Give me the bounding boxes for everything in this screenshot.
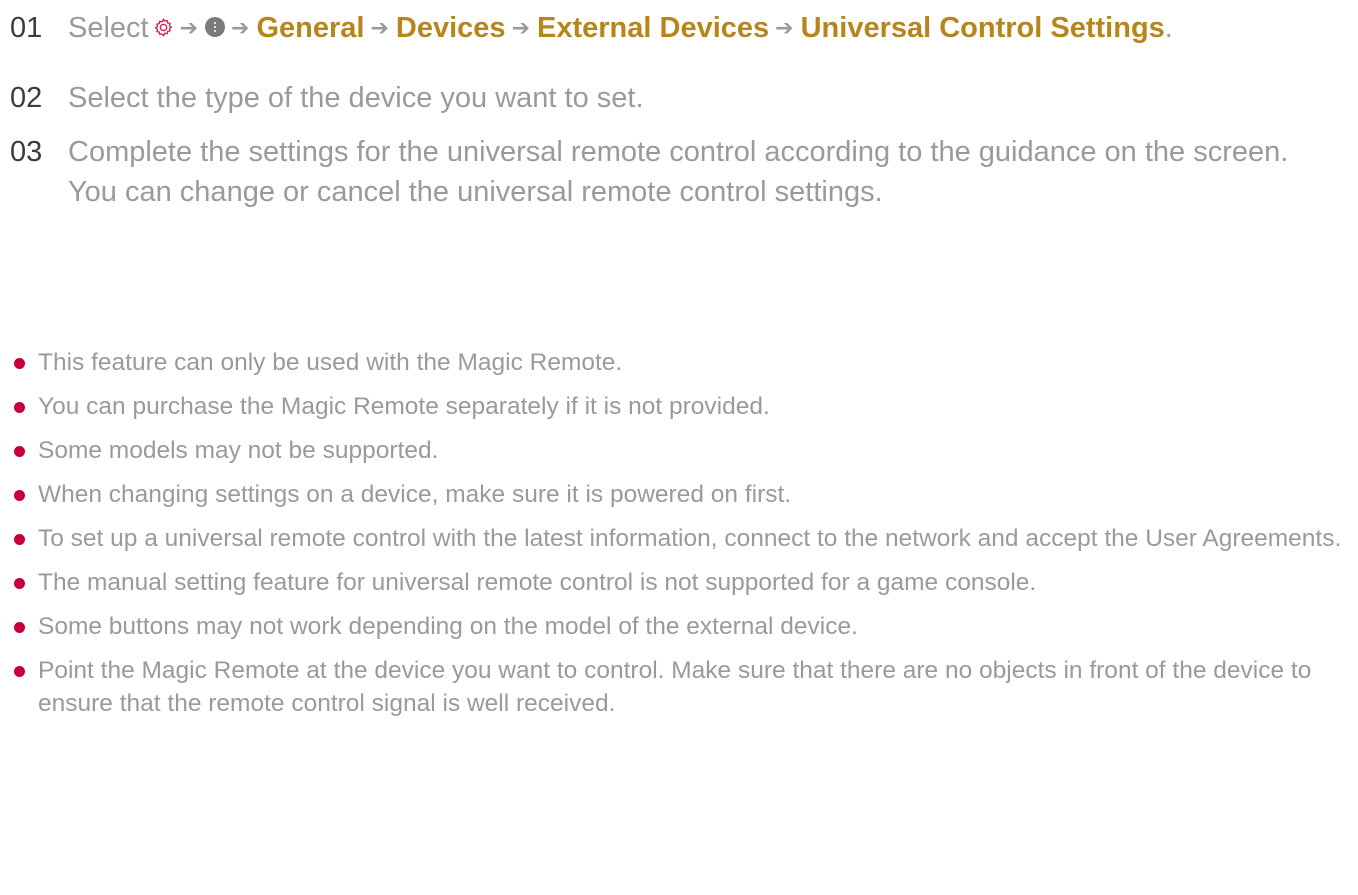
list-item: Point the Magic Remote at the device you… — [10, 654, 1345, 720]
list-item: Some buttons may not work depending on t… — [10, 610, 1345, 643]
bullet-icon — [14, 534, 25, 545]
step-suffix: . — [1164, 12, 1173, 44]
note-text: Some models may not be supported. — [38, 437, 439, 464]
notes-list: This feature can only be used with the M… — [10, 346, 1345, 731]
note-text: The manual setting feature for universal… — [38, 569, 1037, 596]
menu-path-universal-control-settings: Universal Control Settings — [800, 12, 1165, 44]
menu-path-external-devices: External Devices — [537, 12, 770, 44]
note-text: This feature can only be used with the M… — [38, 349, 623, 376]
list-item: Some models may not be supported. — [10, 434, 1345, 467]
bullet-icon — [14, 446, 25, 457]
note-text: You can purchase the Magic Remote separa… — [38, 393, 770, 420]
list-item: When changing settings on a device, make… — [10, 478, 1345, 511]
step-2-text: Select the type of the device you want t… — [68, 82, 644, 114]
step-prefix: Select — [68, 12, 149, 44]
bullet-icon — [14, 622, 25, 633]
bullet-icon — [14, 358, 25, 369]
note-text: To set up a universal remote control wit… — [38, 525, 1342, 552]
step-3-text: Complete the settings for the universal … — [68, 136, 1289, 168]
step-1-text: Select ➔ ➔ General ➔ Devices ➔ External Devices… — [68, 8, 1340, 50]
arrow-right-icon: ➔ — [370, 15, 389, 40]
menu-path-general: General — [256, 12, 365, 44]
list-item: To set up a universal remote control wit… — [10, 522, 1345, 555]
bullet-icon — [14, 402, 25, 413]
gear-icon — [153, 9, 174, 37]
steps-list: 01 Select ➔ ➔ General ➔ Devices ➔ External Devi… — [10, 8, 1340, 212]
bullet-icon — [14, 666, 25, 677]
step-3: 03 Complete the settings for the univers… — [10, 132, 1340, 212]
list-item: This feature can only be used with the M… — [10, 346, 1345, 379]
list-item: The manual setting feature for universal… — [10, 566, 1345, 599]
more-icon — [205, 17, 226, 37]
arrow-right-icon: ➔ — [511, 15, 531, 40]
arrow-right-icon: ➔ — [775, 15, 794, 40]
menu-path-devices: Devices — [395, 12, 506, 44]
step-number: 02 — [10, 82, 43, 114]
manual-page: 01 Select ➔ ➔ General ➔ Devices ➔ External Devi… — [0, 0, 1358, 895]
arrow-right-icon: ➔ — [179, 15, 199, 40]
step-number: 03 — [10, 136, 43, 168]
note-text: Point the Magic Remote at the device you… — [38, 657, 1312, 717]
list-item: You can purchase the Magic Remote separa… — [10, 390, 1345, 423]
bullet-icon — [14, 578, 25, 589]
note-text: Some buttons may not work depending on t… — [38, 613, 858, 640]
step-1: 01 Select ➔ ➔ General ➔ Devices ➔ External Devi… — [10, 8, 1340, 50]
step-2: 02 Select the type of the device you wan… — [10, 78, 1340, 118]
arrow-right-icon: ➔ — [231, 15, 250, 40]
step-number: 01 — [10, 12, 43, 44]
step-3-body: Complete the settings for the universal … — [68, 132, 1340, 212]
bullet-icon — [14, 490, 25, 501]
note-text: When changing settings on a device, make… — [38, 481, 792, 508]
step-3-note: You can change or cancel the universal r… — [68, 176, 883, 208]
